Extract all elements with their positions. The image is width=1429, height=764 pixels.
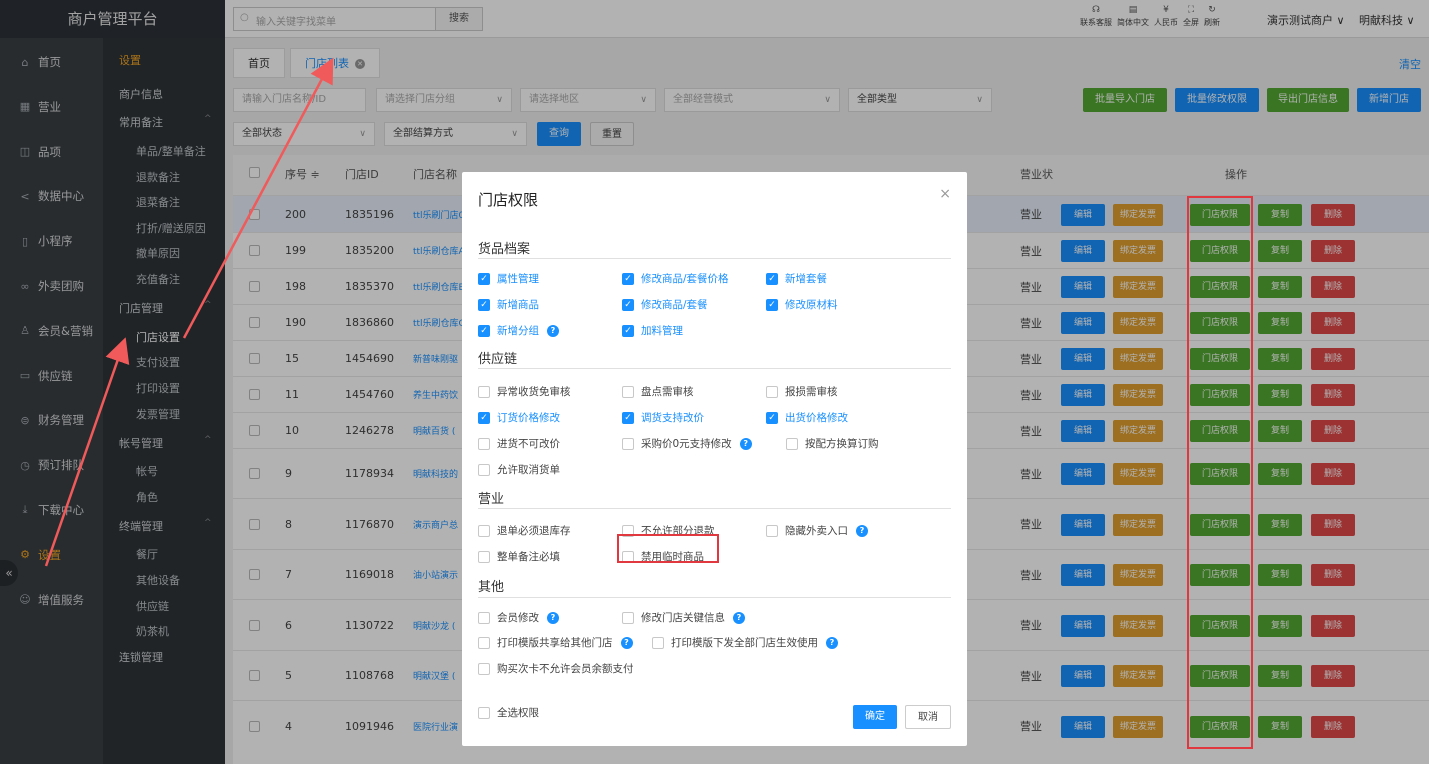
current-menu-marker	[134, 326, 184, 344]
annotation-arrows	[44, 57, 334, 567]
